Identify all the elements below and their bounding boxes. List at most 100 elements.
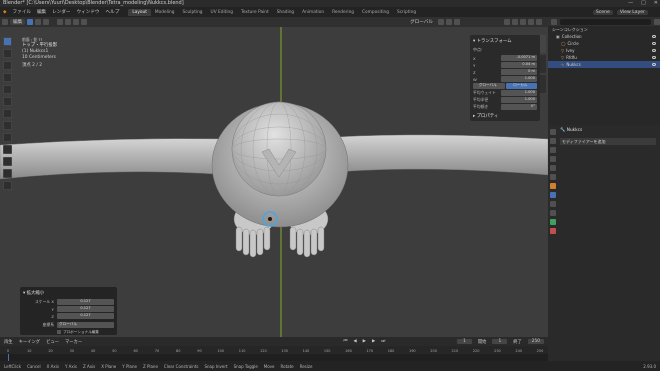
mean-weight-field[interactable]: 1.000: [501, 90, 537, 96]
scale-z-field[interactable]: 0.127: [57, 313, 114, 319]
scale-tool-icon[interactable]: [3, 85, 12, 94]
orientation-dropdown[interactable]: グローバル: [57, 322, 114, 328]
world-props-icon[interactable]: [549, 174, 556, 180]
edge-select-button[interactable]: [35, 19, 42, 25]
cursor-tool-icon[interactable]: [3, 49, 12, 58]
tab-item[interactable]: [540, 35, 546, 53]
face-select-button[interactable]: [43, 19, 50, 25]
select-menu-button[interactable]: [65, 19, 72, 25]
proportional-icon[interactable]: [454, 19, 460, 25]
minimize-button[interactable]: —: [628, 0, 633, 7]
move-tool-icon[interactable]: [3, 61, 12, 70]
eye-icon[interactable]: [652, 42, 656, 45]
tab-modeling[interactable]: Modeling: [151, 9, 179, 16]
proportional-checkbox[interactable]: [57, 330, 61, 334]
data-props-icon[interactable]: [549, 219, 556, 225]
timeline-menu-marker[interactable]: マーカー: [65, 339, 82, 345]
outliner-item-circle[interactable]: ◯ Circle: [548, 40, 660, 47]
xray-icon[interactable]: [512, 19, 518, 25]
menu-edit[interactable]: 編集: [34, 9, 49, 15]
mean-tilt-field[interactable]: 0°: [501, 104, 537, 110]
tab-texture-paint[interactable]: Texture Paint: [237, 9, 273, 16]
outliner-scene-collection[interactable]: シーンコレクション: [548, 26, 660, 33]
current-frame-field[interactable]: 1: [457, 339, 472, 344]
outliner-item-ivey[interactable]: ▽ Ivey: [548, 47, 660, 54]
outliner-item-rfdfu[interactable]: ▽ Rfdfu: [548, 54, 660, 61]
prev-key-icon[interactable]: ◀: [353, 339, 356, 344]
eye-icon[interactable]: [652, 35, 656, 38]
extrude-tool-icon[interactable]: [3, 145, 12, 154]
tool-props-icon[interactable]: [549, 129, 556, 135]
global-toggle[interactable]: グローバル: [473, 83, 505, 89]
rendered-shading-icon[interactable]: [536, 19, 542, 25]
timeline-body[interactable]: [0, 354, 548, 361]
median-w-field[interactable]: 1.000: [501, 76, 537, 82]
material-shading-icon[interactable]: [528, 19, 534, 25]
menu-window[interactable]: ウィンドウ: [74, 9, 103, 15]
overlay-icon[interactable]: [504, 19, 510, 25]
object-props-icon[interactable]: [549, 183, 556, 189]
maximize-button[interactable]: □: [641, 0, 646, 7]
tab-shading[interactable]: Shading: [273, 9, 298, 16]
annotate-tool-icon[interactable]: [3, 109, 12, 118]
end-frame-field[interactable]: 250: [527, 339, 544, 344]
scale-y-field[interactable]: 0.127: [57, 306, 114, 312]
scene-selector[interactable]: Scene: [592, 9, 613, 15]
render-props-icon[interactable]: [549, 138, 556, 144]
median-z-field[interactable]: 0 m: [501, 69, 537, 75]
solid-shading-icon[interactable]: [520, 19, 526, 25]
scale-x-field[interactable]: 0.127: [57, 299, 114, 305]
view-layer-selector[interactable]: View Layer: [616, 9, 648, 15]
snap-icon[interactable]: [446, 19, 452, 25]
timeline-ruler[interactable]: 0 10 20 30 40 50 60 70 80 90 100 110 120 130 140 150 160…: [0, 346, 548, 354]
tab-tool[interactable]: [540, 55, 546, 73]
modifier-props-icon[interactable]: [549, 192, 556, 198]
timeline-menu-view[interactable]: ビュー: [46, 339, 59, 345]
randomize-tool-icon[interactable]: [3, 181, 12, 190]
adjust-panel-title[interactable]: ▾ 拡大縮小: [23, 290, 114, 296]
transform-tool-icon[interactable]: [3, 97, 12, 106]
blender-logo-icon[interactable]: ◆: [0, 10, 10, 15]
add-modifier-dropdown[interactable]: モディファイアーを追加: [560, 138, 656, 145]
draw-tool-icon[interactable]: [3, 133, 12, 142]
eye-icon[interactable]: [652, 56, 656, 59]
menu-help[interactable]: ヘルプ: [103, 9, 123, 15]
tab-view[interactable]: [540, 75, 546, 93]
tab-animation[interactable]: Animation: [298, 9, 328, 16]
menu-file[interactable]: ファイル: [10, 9, 34, 15]
rotate-tool-icon[interactable]: [3, 73, 12, 82]
constraints-props-icon[interactable]: [549, 210, 556, 216]
material-props-icon[interactable]: [549, 228, 556, 234]
output-props-icon[interactable]: [549, 147, 556, 153]
outliner-search-input[interactable]: [560, 18, 651, 25]
timeline-menu-keying[interactable]: キーイング: [19, 339, 40, 345]
properties-section-header[interactable]: ▸ プロパティ: [473, 113, 537, 119]
next-key-icon[interactable]: ▶: [372, 339, 375, 344]
editor-type-button[interactable]: [2, 19, 8, 25]
tab-rendering[interactable]: Rendering: [328, 9, 358, 16]
timeline-menu-playback[interactable]: 再生: [4, 339, 13, 345]
vertex-select-button[interactable]: [27, 19, 34, 25]
tab-layout[interactable]: Layout: [128, 8, 151, 16]
tab-scripting[interactable]: Scripting: [393, 9, 420, 16]
eye-icon[interactable]: [652, 63, 656, 66]
playhead[interactable]: [8, 354, 9, 361]
jump-end-icon[interactable]: ⏭: [381, 339, 385, 344]
physics-props-icon[interactable]: [549, 201, 556, 207]
tab-uv-editing[interactable]: UV Editing: [207, 9, 237, 16]
view-menu-button[interactable]: [57, 19, 64, 25]
median-x-field[interactable]: -0.0071 m: [501, 55, 537, 61]
median-y-field[interactable]: 0.04 m: [501, 62, 537, 68]
scene-props-icon[interactable]: [549, 165, 556, 171]
measure-tool-icon[interactable]: [3, 121, 12, 130]
add-menu-button[interactable]: [73, 19, 80, 25]
tilt-tool-icon[interactable]: [3, 169, 12, 178]
view-layer-props-icon[interactable]: [549, 156, 556, 162]
transform-section-header[interactable]: ▾ トランスフォーム: [473, 38, 537, 44]
jump-start-icon[interactable]: ⏮: [343, 339, 347, 344]
local-toggle[interactable]: ローカル: [505, 83, 537, 89]
play-icon[interactable]: ▶: [363, 339, 366, 344]
close-button[interactable]: ✕: [654, 0, 658, 7]
tab-sculpting[interactable]: Sculpting: [178, 9, 206, 16]
select-tool-icon[interactable]: [3, 37, 12, 46]
